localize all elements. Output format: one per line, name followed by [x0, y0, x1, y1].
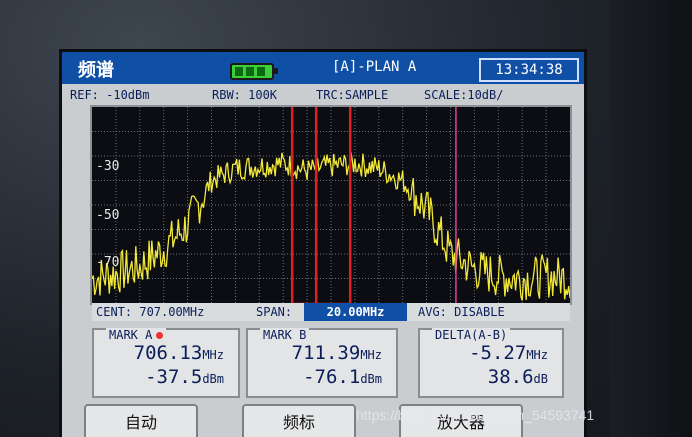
bottom-bar: CENT: 707.00MHz SPAN: 20.00MHz AVG: DISA…	[92, 303, 570, 321]
info-bar: REF: -10dBm RBW: 100K TRC:SAMPLE SCALE:1…	[62, 86, 584, 104]
y-tick-label: -70	[96, 255, 120, 270]
highlight-box-b	[314, 107, 352, 303]
marker-b-panel[interactable]: MARK B 711.39MHz -76.1dBm	[246, 328, 398, 398]
center-frequency: CENT: 707.00MHz	[96, 305, 205, 319]
title-bar: 频谱 [A]-PLAN A 13:34:38	[62, 52, 584, 84]
y-tick-label: -50	[96, 208, 120, 223]
average-status: AVG: DISABLE	[418, 305, 505, 319]
marker-a-freq: 706.13MHz	[133, 342, 224, 364]
marker-b-level: -76.1dBm	[303, 366, 382, 388]
active-marker-dot-icon	[156, 332, 164, 339]
battery-icon	[230, 63, 278, 80]
span-value[interactable]: 20.00MHz	[304, 303, 407, 321]
y-tick-label: -30	[96, 159, 120, 174]
watermark: https://blog.csdn.net/weixin_54593741	[356, 407, 595, 423]
softkey-auto[interactable]: 自动	[84, 404, 198, 437]
rbw: RBW: 100K	[212, 88, 278, 102]
highlight-box-a	[290, 107, 318, 303]
analyzer-screen: 频谱 [A]-PLAN A 13:34:38 REF: -10dBm RBW: …	[62, 52, 584, 437]
marker-b-freq: 711.39MHz	[291, 342, 382, 364]
delta-level: 38.6dB	[487, 366, 548, 388]
marker-b-title: MARK B	[260, 328, 310, 342]
marker-a-title: MARK A	[106, 328, 167, 342]
delta-freq: -5.27MHz	[469, 342, 548, 364]
spectrum-plot[interactable]: -30 -50 -70	[90, 105, 572, 305]
delta-title: DELTA(A-B)	[432, 328, 511, 342]
app-title: 频谱	[78, 60, 114, 81]
marker-a-level: -37.5dBm	[145, 366, 224, 388]
plan-label: [A]-PLAN A	[332, 59, 417, 75]
softkey-marker[interactable]: 频标	[242, 404, 356, 437]
delta-panel[interactable]: DELTA(A-B) -5.27MHz 38.6dB	[418, 328, 564, 398]
span-label: SPAN:	[256, 305, 293, 319]
ref-level: REF: -10dBm	[70, 88, 150, 102]
trace-mode: TRC:SAMPLE	[316, 88, 389, 102]
scale: SCALE:10dB/	[424, 88, 504, 102]
device-edge	[610, 0, 692, 437]
marker-a-panel[interactable]: MARK A 706.13MHz -37.5dBm	[92, 328, 240, 398]
spectrum-svg	[92, 107, 570, 303]
clock: 13:34:38	[479, 58, 579, 82]
